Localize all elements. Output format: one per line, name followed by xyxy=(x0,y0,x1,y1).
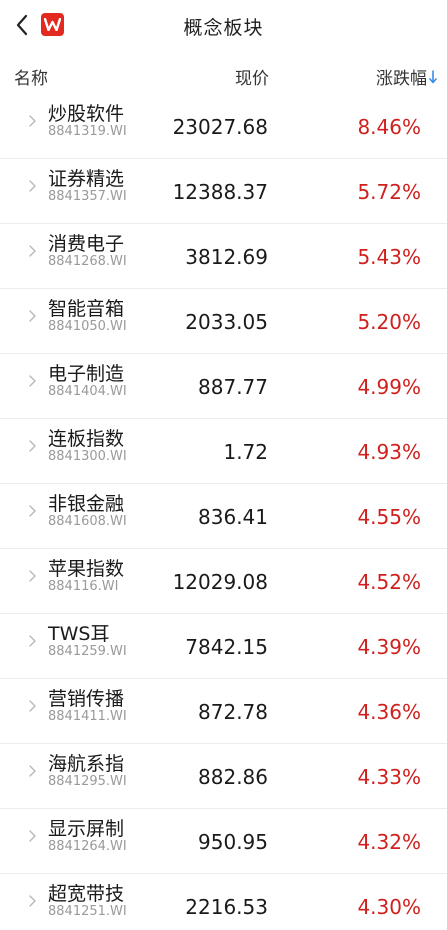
chevron-right-icon xyxy=(29,700,36,712)
chevron-right-icon xyxy=(29,895,36,907)
sector-name: 电子制造 xyxy=(48,363,125,385)
list-item[interactable]: 营销传播 8841411.WI 872.78 4.36% xyxy=(0,679,447,744)
chevron-right-icon xyxy=(29,375,36,387)
sector-change: 4.93% xyxy=(357,440,421,464)
sector-name: 显示屏制 xyxy=(48,818,125,840)
sector-code: 8841251.WI xyxy=(48,904,127,919)
list-item[interactable]: 苹果指数 884116.WI 12029.08 4.52% xyxy=(0,549,447,614)
sector-code: 8841319.WI xyxy=(48,124,127,139)
chevron-right-icon xyxy=(29,505,36,517)
sector-name: 智能音箱 xyxy=(48,298,125,320)
list-item[interactable]: 证券精选 8841357.WI 12388.37 5.72% xyxy=(0,159,447,224)
sector-change: 4.52% xyxy=(357,570,421,594)
sector-code: 8841608.WI xyxy=(48,514,127,529)
sector-name: 炒股软件 xyxy=(48,103,125,125)
sector-name: 消费电子 xyxy=(48,233,125,255)
sector-name: 超宽带技 xyxy=(48,883,125,905)
sector-change: 5.72% xyxy=(357,180,421,204)
sector-price: 12388.37 xyxy=(172,180,268,204)
sector-price: 7842.15 xyxy=(185,635,268,659)
chevron-right-icon xyxy=(29,180,36,192)
chevron-right-icon xyxy=(29,440,36,452)
chevron-right-icon xyxy=(29,635,36,647)
sector-code: 8841050.WI xyxy=(48,319,127,334)
sector-name: 非银金融 xyxy=(48,493,125,515)
sector-price: 1.72 xyxy=(223,440,268,464)
chevron-right-icon xyxy=(29,310,36,322)
list-item[interactable]: 智能音箱 8841050.WI 2033.05 5.20% xyxy=(0,289,447,354)
sector-price: 3812.69 xyxy=(185,245,268,269)
sector-change: 5.20% xyxy=(357,310,421,334)
list-item[interactable]: 显示屏制 8841264.WI 950.95 4.32% xyxy=(0,809,447,874)
column-header-change-label: 涨跌幅 xyxy=(376,69,427,89)
sector-price: 950.95 xyxy=(198,830,268,854)
sector-change: 4.30% xyxy=(357,895,421,919)
sector-name: 连板指数 xyxy=(48,428,125,450)
list-item[interactable]: 电子制造 8841404.WI 887.77 4.99% xyxy=(0,354,447,419)
sector-price: 12029.08 xyxy=(172,570,268,594)
sector-price: 2216.53 xyxy=(185,895,268,919)
sector-code: 8841268.WI xyxy=(48,254,127,269)
concept-sector-list: 炒股软件 8841319.WI 23027.68 8.46% 证券精选 8841… xyxy=(0,94,447,930)
sector-change: 8.46% xyxy=(357,115,421,139)
sector-change: 4.55% xyxy=(357,505,421,529)
column-header-change[interactable]: 涨跌幅 xyxy=(376,64,437,89)
sector-price: 887.77 xyxy=(198,375,268,399)
chevron-right-icon xyxy=(29,570,36,582)
sector-name: 苹果指数 xyxy=(48,558,125,580)
sector-code: 8841357.WI xyxy=(48,189,127,204)
sector-name: TWS耳 xyxy=(48,623,110,645)
list-header: 名称 现价 涨跌幅 xyxy=(0,60,447,94)
sector-name: 海航系指 xyxy=(48,753,125,775)
sector-code: 8841300.WI xyxy=(48,449,127,464)
sector-code: 8841295.WI xyxy=(48,774,127,789)
list-item[interactable]: 炒股软件 8841319.WI 23027.68 8.46% xyxy=(0,94,447,159)
list-item[interactable]: 消费电子 8841268.WI 3812.69 5.43% xyxy=(0,224,447,289)
list-item[interactable]: 超宽带技 8841251.WI 2216.53 4.30% xyxy=(0,874,447,930)
top-nav-bar: 概念板块 xyxy=(0,0,447,52)
sector-price: 836.41 xyxy=(198,505,268,529)
sector-code: 8841259.WI xyxy=(48,644,127,659)
sector-price: 23027.68 xyxy=(172,115,268,139)
sector-change: 5.43% xyxy=(357,245,421,269)
sector-price: 2033.05 xyxy=(185,310,268,334)
sector-change: 4.33% xyxy=(357,765,421,789)
sector-price: 872.78 xyxy=(198,700,268,724)
chevron-right-icon xyxy=(29,245,36,257)
sector-change: 4.36% xyxy=(357,700,421,724)
list-item[interactable]: 非银金融 8841608.WI 836.41 4.55% xyxy=(0,484,447,549)
sector-code: 8841264.WI xyxy=(48,839,127,854)
sector-change: 4.32% xyxy=(357,830,421,854)
list-item[interactable]: TWS耳 8841259.WI 7842.15 4.39% xyxy=(0,614,447,679)
list-item[interactable]: 连板指数 8841300.WI 1.72 4.93% xyxy=(0,419,447,484)
sector-code: 884116.WI xyxy=(48,579,119,594)
sector-code: 8841411.WI xyxy=(48,709,127,724)
sort-desc-icon xyxy=(429,69,437,84)
column-header-name[interactable]: 名称 xyxy=(14,64,48,89)
sector-change: 4.99% xyxy=(357,375,421,399)
page-title: 概念板块 xyxy=(183,17,264,39)
sector-name: 证券精选 xyxy=(48,168,125,190)
chevron-right-icon xyxy=(29,115,36,127)
chevron-right-icon xyxy=(29,765,36,777)
column-header-price[interactable]: 现价 xyxy=(235,64,269,89)
sector-change: 4.39% xyxy=(357,635,421,659)
list-item[interactable]: 海航系指 8841295.WI 882.86 4.33% xyxy=(0,744,447,809)
sector-code: 8841404.WI xyxy=(48,384,127,399)
sector-name: 营销传播 xyxy=(48,688,125,710)
sector-price: 882.86 xyxy=(198,765,268,789)
chevron-right-icon xyxy=(29,830,36,842)
